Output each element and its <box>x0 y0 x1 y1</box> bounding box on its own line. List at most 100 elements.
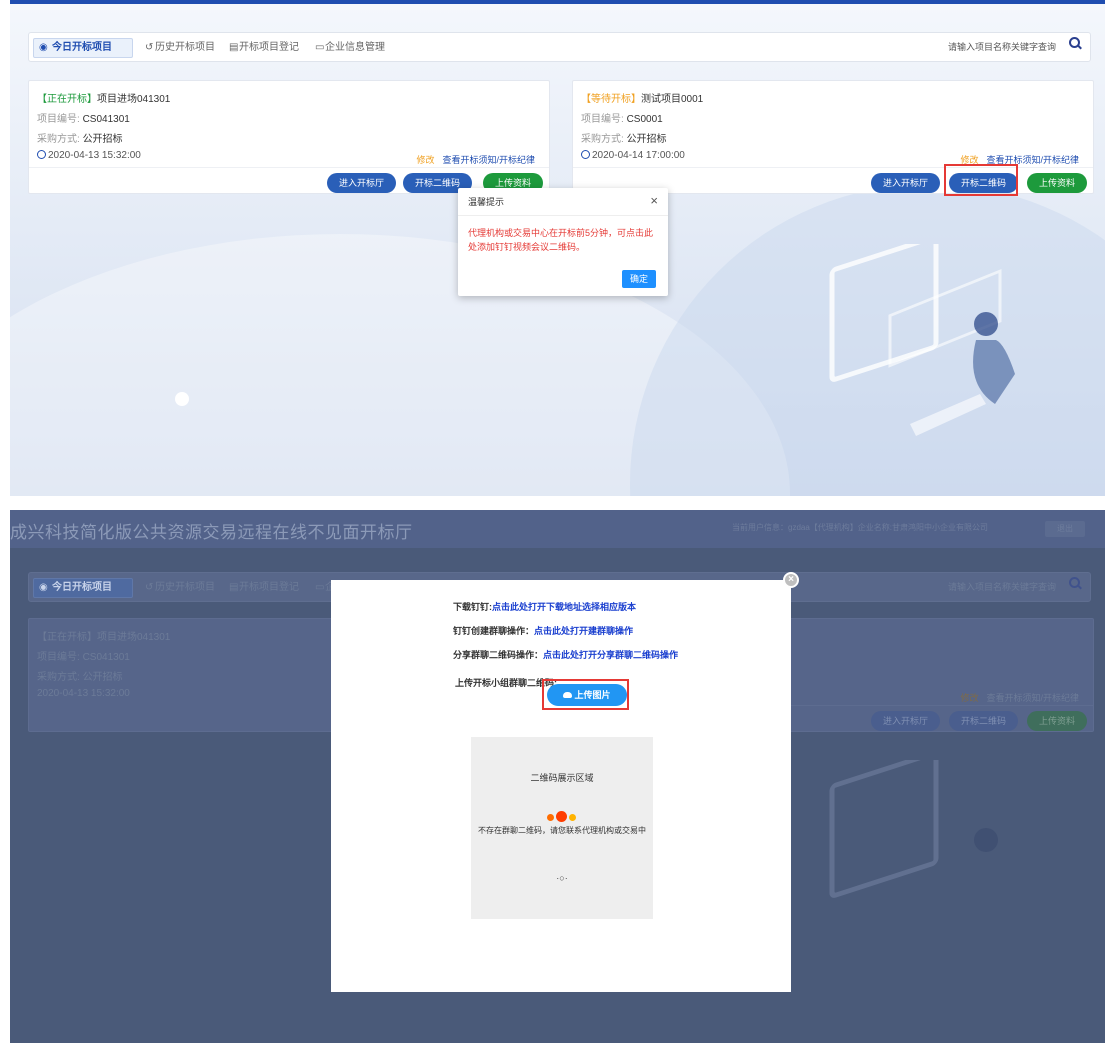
upload-materials-button[interactable]: 上传资料 <box>1027 173 1088 193</box>
field-label: 项目编号: <box>37 652 80 663</box>
field-label: 采购方式: <box>37 672 80 683</box>
loading-spinner-icon: ·○· <box>556 873 568 883</box>
create-group-row: 钉钉创建群聊操作：点击此处打开建群聊操作 <box>453 624 633 637</box>
close-icon[interactable]: × <box>650 194 658 208</box>
qr-area-title: 二维码展示区域 <box>530 773 594 783</box>
project-code: 项目编号: CS041301 <box>37 110 130 125</box>
dialog-message: 代理机构或交易中心在开标前5分钟，可点击此处添加钉钉视频会议二维码。 <box>468 228 654 252</box>
edit-link[interactable]: 修改 <box>416 155 434 165</box>
confirm-button[interactable]: 确定 <box>622 270 656 288</box>
monitor-icon: ▭ <box>315 42 325 53</box>
search-icon[interactable] <box>1068 36 1082 50</box>
dot <box>547 814 554 821</box>
field-value: CS041301 <box>82 652 130 663</box>
tab-project-register[interactable]: ▤ 开标项目登记 <box>225 39 299 57</box>
tip-dialog: 温馨提示 × 代理机构或交易中心在开标前5分钟，可点击此处添加钉钉视频会议二维码… <box>458 188 668 296</box>
open-time: 2020-04-13 15:32:00 <box>37 150 141 161</box>
field-label: 采购方式: <box>581 134 624 145</box>
enter-hall-button[interactable]: 进入开标厅 <box>327 173 397 193</box>
status-badge: 【正在开标】 <box>37 94 97 105</box>
download-link[interactable]: 点击此处打开下载地址选择相应版本 <box>492 602 636 612</box>
clock-icon <box>581 150 590 159</box>
no-qr-message: 不存在群聊二维码，请您联系代理机构或交易中 <box>478 826 646 835</box>
today-icon: ◉ <box>39 42 48 53</box>
time-value: 2020-04-13 15:32:00 <box>37 688 130 699</box>
project-title: 【等待开标】测试项目0001 <box>581 90 703 105</box>
share-qr-link[interactable]: 点击此处打开分享群聊二维码操作 <box>543 650 678 660</box>
view-rules-link[interactable]: 查看开标须知/开标纪律 <box>986 693 1079 703</box>
clock-icon <box>37 150 46 159</box>
field-value: 公开招标 <box>82 672 123 683</box>
card-links: 修改 查看开标须知/开标纪律 <box>960 691 1079 704</box>
register-icon: ▤ <box>229 42 239 53</box>
tab-label: 历史开标项目 <box>155 582 215 593</box>
download-dingtalk-row: 下载钉钉:点击此处打开下载地址选择相应版本 <box>453 600 636 613</box>
card-links: 修改 查看开标须知/开标纪律 <box>416 153 535 166</box>
logout-button[interactable]: 退出 <box>1045 521 1085 537</box>
project-code: 项目编号: CS0001 <box>581 110 663 125</box>
search-input[interactable]: 请输入项目名称关键字查询 <box>942 37 1062 57</box>
computer-user-illustration <box>829 244 1015 436</box>
highlight-box <box>542 679 629 710</box>
app-header: 成兴科技简化版公共资源交易远程在线不见面开标厅 当前用户信息：gzdaa【代理机… <box>10 510 1105 548</box>
enter-hall-button[interactable]: 进入开标厅 <box>871 711 941 731</box>
project-code: 项目编号: CS041301 <box>37 648 130 663</box>
close-icon[interactable]: × <box>783 572 799 588</box>
tab-label: 今日开标项目 <box>52 42 112 53</box>
create-group-link[interactable]: 点击此处打开建群聊操作 <box>534 626 633 636</box>
search-icon[interactable] <box>1068 576 1082 590</box>
search-input[interactable]: 请输入项目名称关键字查询 <box>942 577 1062 597</box>
purchase-method: 采购方式: 公开招标 <box>37 130 123 145</box>
project-title: 【正在开标】项目进场041301 <box>37 90 170 105</box>
status-badge: 【等待开标】 <box>581 94 641 105</box>
field-label: 采购方式: <box>37 134 80 145</box>
status-badge: 【正在开标】 <box>37 632 97 643</box>
background-dot <box>175 392 189 406</box>
qr-display-area: 二维码展示区域 不存在群聊二维码，请您联系代理机构或交易中 ·○· <box>471 737 653 919</box>
open-time: 2020-04-13 15:32:00 <box>37 688 130 699</box>
screenshot-panel-top: ◉ 今日开标项目 ↺ 历史开标项目 ▤ 开标项目登记 ▭ 企业信息管理 请输入项目名称关… <box>10 0 1105 496</box>
edit-link[interactable]: 修改 <box>960 693 978 703</box>
purchase-method: 采购方式: 公开招标 <box>581 130 667 145</box>
share-qr-row: 分享群聊二维码操作：点击此处打开分享群聊二维码操作 <box>453 648 678 661</box>
dot <box>556 811 567 822</box>
register-icon: ▤ <box>229 582 239 593</box>
loading-dots-icon <box>547 811 577 823</box>
tab-label: 历史开标项目 <box>155 42 215 53</box>
highlight-box <box>944 164 1018 196</box>
tab-today-projects[interactable]: ◉ 今日开标项目 <box>33 38 133 58</box>
upload-materials-button[interactable]: 上传资料 <box>1027 711 1088 731</box>
project-name: 项目进场041301 <box>97 632 171 643</box>
field-value: 公开招标 <box>626 134 667 145</box>
tab-label: 企业信息管理 <box>325 42 385 53</box>
view-rules-link[interactable]: 查看开标须知/开标纪律 <box>442 155 535 165</box>
computer-user-illustration <box>829 760 998 898</box>
tab-label: 今日开标项目 <box>52 582 112 593</box>
time-value: 2020-04-14 17:00:00 <box>592 150 685 161</box>
field-value: CS041301 <box>82 114 130 125</box>
tab-company-info[interactable]: ▭企业信息管理 <box>311 579 333 597</box>
tab-company-info[interactable]: ▭企业信息管理 <box>311 39 385 57</box>
tab-today-projects[interactable]: ◉ 今日开标项目 <box>33 578 133 598</box>
tab-project-register[interactable]: ▤ 开标项目登记 <box>225 579 299 597</box>
project-card: 【正在开标】项目进场041301 项目编号: CS041301 采购方式: 公开… <box>28 80 550 194</box>
dialog-title: 温馨提示 <box>458 188 668 216</box>
row-label: 下载钉钉: <box>453 602 492 612</box>
tab-history-projects[interactable]: ↺ 历史开标项目 <box>141 579 215 597</box>
purchase-method: 采购方式: 公开招标 <box>37 668 123 683</box>
dot <box>569 814 576 821</box>
tab-label: 开标项目登记 <box>239 42 299 53</box>
qr-code-button[interactable]: 开标二维码 <box>949 711 1019 731</box>
enter-hall-button[interactable]: 进入开标厅 <box>871 173 941 193</box>
tab-history-projects[interactable]: ↺ 历史开标项目 <box>141 39 215 57</box>
field-label: 项目编号: <box>37 114 80 125</box>
today-icon: ◉ <box>39 582 48 593</box>
project-name: 项目进场041301 <box>97 94 171 105</box>
screenshot-panel-bottom: 成兴科技简化版公共资源交易远程在线不见面开标厅 当前用户信息：gzdaa【代理机… <box>10 510 1105 1043</box>
project-title: 【正在开标】项目进场041301 <box>37 628 170 643</box>
history-icon: ↺ <box>145 582 154 593</box>
tab-label: 开标项目登记 <box>239 582 299 593</box>
field-value: 公开招标 <box>82 134 123 145</box>
row-label: 钉钉创建群聊操作： <box>453 626 535 636</box>
monitor-icon: ▭ <box>315 582 325 593</box>
